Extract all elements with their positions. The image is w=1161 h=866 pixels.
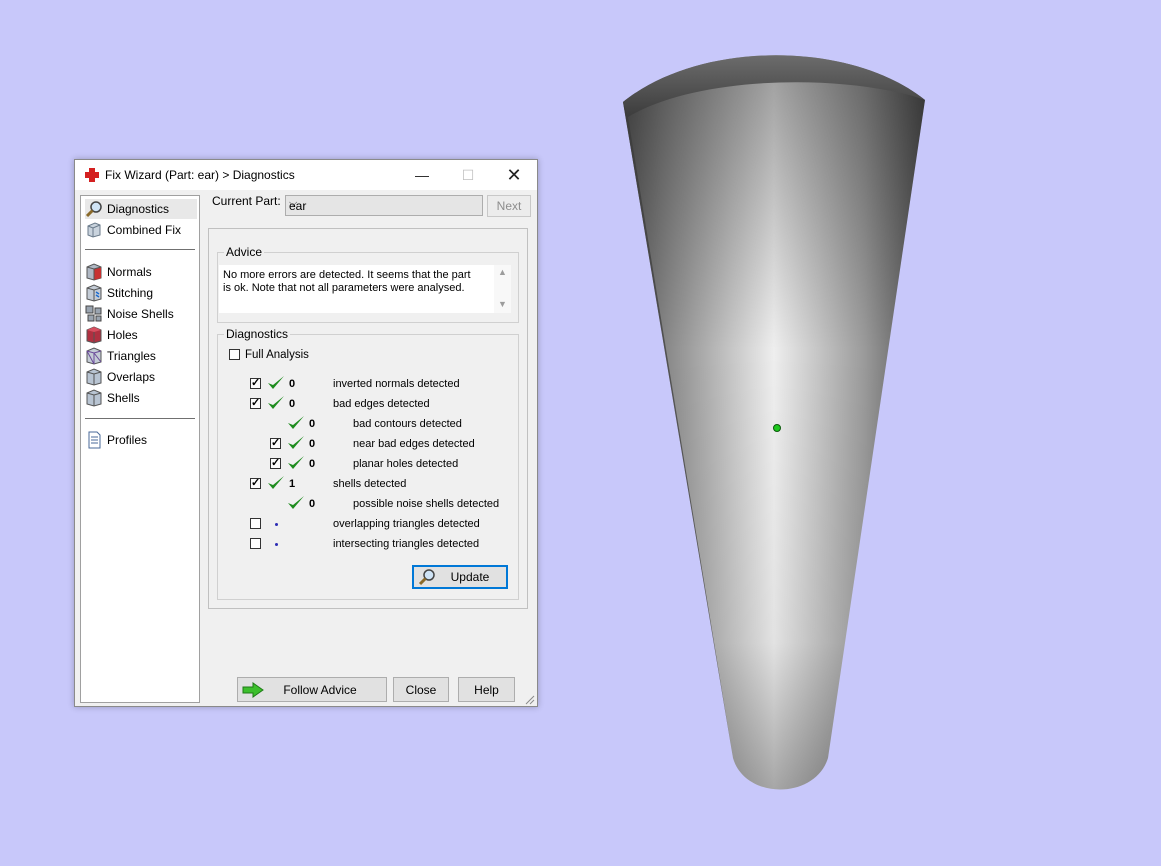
wizard-nav: Diagnostics Combined Fix Normals Stitchi… bbox=[80, 195, 200, 703]
bad-edges-label: bad edges detected bbox=[333, 398, 430, 410]
not-analysed-dot bbox=[275, 523, 278, 526]
shells-count: 1 bbox=[289, 478, 296, 490]
nav-item-shells[interactable]: Shells bbox=[85, 388, 197, 408]
advice-text: No more errors are detected. It seems th… bbox=[223, 269, 471, 294]
inverted-normals-label: inverted normals detected bbox=[333, 378, 460, 390]
nav-item-normals[interactable]: Normals bbox=[85, 262, 197, 282]
nav-item-profiles[interactable]: Profiles bbox=[85, 430, 197, 450]
ok-check-icon bbox=[268, 376, 284, 389]
follow-advice-button[interactable]: Follow Advice bbox=[237, 677, 387, 702]
nav-label: Combined Fix bbox=[107, 223, 182, 237]
nav-label: Normals bbox=[107, 265, 152, 279]
intersecting-triangles-label: intersecting triangles detected bbox=[333, 538, 480, 550]
scroll-down-icon[interactable]: ▼ bbox=[498, 299, 507, 309]
holes-cube-icon bbox=[86, 326, 102, 344]
nav-item-overlaps[interactable]: Overlaps bbox=[85, 367, 197, 387]
normals-cube-icon bbox=[86, 263, 102, 281]
maximize-button[interactable]: ☐ bbox=[445, 160, 491, 190]
nav-item-stitching[interactable]: Stitching bbox=[85, 283, 197, 303]
noise-shells-icon bbox=[85, 305, 102, 322]
nav-label: Shells bbox=[107, 391, 140, 405]
noise-shells-count: 0 bbox=[309, 498, 316, 510]
triangles-cube-icon bbox=[86, 347, 102, 365]
planar-holes-count: 0 bbox=[309, 458, 316, 470]
advice-box: No more errors are detected. It seems th… bbox=[219, 265, 511, 313]
resize-grip-icon[interactable] bbox=[524, 694, 535, 705]
nav-label: Profiles bbox=[107, 433, 148, 447]
nav-item-holes[interactable]: Holes bbox=[85, 325, 197, 345]
nav-label: Overlaps bbox=[107, 370, 156, 384]
stitching-cube-icon bbox=[86, 284, 102, 302]
close-button[interactable]: Close bbox=[393, 677, 449, 702]
fix-wizard-icon bbox=[85, 168, 99, 182]
arrow-right-icon bbox=[242, 682, 264, 698]
shells-cube-icon bbox=[86, 389, 102, 407]
nav-label: Noise Shells bbox=[107, 307, 174, 321]
update-label: Update bbox=[450, 570, 490, 584]
overlapping-triangles-checkbox[interactable] bbox=[250, 518, 261, 529]
nav-item-triangles[interactable]: Triangles bbox=[85, 346, 197, 366]
bad-contours-count: 0 bbox=[309, 418, 316, 430]
magnifier-icon bbox=[85, 201, 102, 218]
nav-label: Holes bbox=[107, 328, 138, 342]
current-part-label: Current Part: bbox=[212, 194, 281, 208]
not-analysed-dot bbox=[275, 543, 278, 546]
title-bar[interactable]: Fix Wizard (Part: ear) > Diagnostics — ☐… bbox=[75, 160, 537, 190]
noise-shells-label: possible noise shells detected bbox=[353, 498, 500, 510]
next-button[interactable]: Next bbox=[487, 195, 531, 217]
ok-check-icon bbox=[288, 416, 304, 429]
inverted-normals-checkbox[interactable] bbox=[250, 376, 261, 389]
nav-label: Diagnostics bbox=[107, 202, 170, 216]
fix-wizard-dialog: Fix Wizard (Part: ear) > Diagnostics — ☐… bbox=[74, 159, 538, 707]
bad-edges-checkbox[interactable] bbox=[250, 396, 261, 409]
planar-holes-checkbox[interactable] bbox=[270, 456, 281, 469]
window-title: Fix Wizard (Part: ear) > Diagnostics bbox=[105, 168, 295, 182]
follow-advice-label: Follow Advice bbox=[283, 682, 357, 697]
diagnostics-legend: Diagnostics bbox=[224, 327, 291, 341]
overlapping-triangles-label: overlapping triangles detected bbox=[333, 518, 480, 530]
advice-scrollbar[interactable]: ▲ ▼ bbox=[494, 265, 511, 313]
intersecting-triangles-checkbox[interactable] bbox=[250, 538, 261, 549]
nav-item-diagnostics[interactable]: Diagnostics bbox=[85, 199, 197, 219]
ok-check-icon bbox=[268, 396, 284, 409]
ok-check-icon bbox=[288, 436, 304, 449]
magnifier-icon bbox=[418, 569, 435, 586]
near-bad-edges-count: 0 bbox=[309, 438, 316, 450]
ok-check-icon bbox=[288, 496, 304, 509]
current-part-select[interactable]: ear ⌵ bbox=[285, 195, 483, 216]
near-bad-edges-label: near bad edges detected bbox=[353, 438, 475, 450]
nav-separator bbox=[85, 249, 195, 250]
help-button[interactable]: Help bbox=[458, 677, 515, 702]
diagnostics-panel: Advice No more errors are detected. It s… bbox=[208, 228, 528, 609]
bad-edges-count: 0 bbox=[289, 398, 296, 410]
advice-legend: Advice bbox=[224, 245, 265, 259]
close-window-button[interactable]: ✕ bbox=[491, 160, 537, 190]
planar-holes-label: planar holes detected bbox=[353, 458, 459, 470]
shells-label: shells detected bbox=[333, 478, 407, 490]
near-bad-edges-checkbox[interactable] bbox=[270, 436, 281, 449]
full-analysis-checkbox[interactable] bbox=[229, 349, 240, 360]
shells-checkbox[interactable] bbox=[250, 476, 261, 489]
nav-label: Stitching bbox=[107, 286, 154, 300]
update-button[interactable]: Update bbox=[412, 565, 508, 589]
nav-item-combined-fix[interactable]: Combined Fix bbox=[85, 220, 197, 240]
cube-icon bbox=[87, 222, 101, 238]
minimize-button[interactable]: — bbox=[399, 160, 445, 190]
full-analysis-label: Full Analysis bbox=[245, 349, 309, 361]
chevron-down-icon: ⌵ bbox=[289, 197, 298, 209]
ok-check-icon bbox=[288, 456, 304, 469]
pivot-point bbox=[773, 424, 781, 432]
inverted-normals-count: 0 bbox=[289, 378, 296, 390]
nav-item-noise-shells[interactable]: Noise Shells bbox=[85, 304, 197, 324]
ok-check-icon bbox=[268, 476, 284, 489]
nav-separator bbox=[85, 418, 195, 419]
scroll-up-icon[interactable]: ▲ bbox=[498, 267, 507, 277]
document-icon bbox=[88, 431, 101, 449]
bad-contours-label: bad contours detected bbox=[353, 418, 462, 430]
overlaps-cube-icon bbox=[86, 368, 102, 386]
nav-label: Triangles bbox=[107, 349, 156, 363]
